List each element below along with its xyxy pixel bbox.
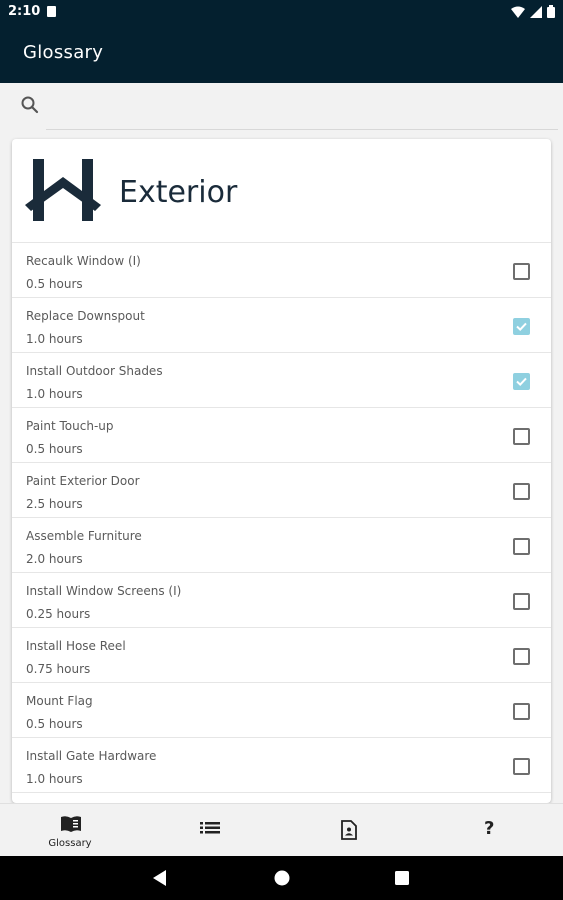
item-name: Paint Touch-up bbox=[26, 419, 114, 433]
item-name: Install Hose Reel bbox=[26, 639, 126, 653]
sd-card-icon bbox=[47, 6, 56, 17]
list-item[interactable]: Paint Touch-up 0.5 hours bbox=[12, 408, 551, 463]
page-title: Glossary bbox=[23, 42, 104, 63]
checkbox[interactable] bbox=[513, 703, 530, 720]
home-icon[interactable] bbox=[274, 870, 290, 886]
category-title: Exterior bbox=[119, 175, 238, 210]
checkbox[interactable] bbox=[513, 483, 530, 500]
bottom-nav: Glossary ? bbox=[0, 803, 563, 857]
status-time: 2:10 bbox=[8, 4, 41, 19]
list-item[interactable]: Install Window Screens (I) 0.25 hours bbox=[12, 573, 551, 628]
document-person-icon bbox=[341, 820, 357, 840]
task-list: Recaulk Window (I) 0.5 hours Replace Downs… bbox=[12, 243, 551, 803]
item-name: Install Gate Hardware bbox=[26, 749, 157, 763]
help-icon: ? bbox=[484, 818, 495, 839]
item-hours: 1.0 hours bbox=[26, 387, 83, 401]
checkmark-icon bbox=[516, 377, 527, 387]
checkbox-checked[interactable] bbox=[513, 318, 530, 335]
back-icon[interactable] bbox=[153, 870, 167, 886]
item-hours: 0.5 hours bbox=[26, 442, 83, 456]
checkmark-icon bbox=[516, 322, 527, 332]
item-name: Replace Downspout bbox=[26, 309, 145, 323]
tab-glossary-label: Glossary bbox=[48, 838, 92, 849]
checkbox[interactable] bbox=[513, 758, 530, 775]
category-card: Exterior Recaulk Window (I) 0.5 hours Repl… bbox=[12, 139, 551, 803]
wifi-icon bbox=[511, 6, 525, 18]
list-item[interactable]: Install Hose Reel 0.75 hours bbox=[12, 628, 551, 683]
checkbox[interactable] bbox=[513, 593, 530, 610]
system-nav-bar bbox=[0, 856, 563, 900]
checkbox[interactable] bbox=[513, 648, 530, 665]
checkbox-checked[interactable] bbox=[513, 373, 530, 390]
item-hours: 0.75 hours bbox=[26, 662, 91, 676]
status-icons bbox=[511, 5, 555, 18]
list-item[interactable]: Replace Downspout 1.0 hours bbox=[12, 298, 551, 353]
item-name: Mount Flag bbox=[26, 694, 93, 708]
checkbox[interactable] bbox=[513, 538, 530, 555]
list-item[interactable]: Repair Window Screen (I) bbox=[12, 793, 551, 803]
category-header: Exterior bbox=[12, 139, 551, 243]
item-hours: 1.0 hours bbox=[26, 772, 83, 786]
item-name: Recaulk Window (I) bbox=[26, 254, 141, 268]
checkbox[interactable] bbox=[513, 263, 530, 280]
list-item[interactable]: Install Outdoor Shades 1.0 hours bbox=[12, 353, 551, 408]
list-item[interactable]: Mount Flag 0.5 hours bbox=[12, 683, 551, 738]
tab-help[interactable]: ? bbox=[422, 804, 562, 857]
cell-signal-icon bbox=[530, 5, 542, 18]
item-name: Install Outdoor Shades bbox=[26, 364, 163, 378]
open-book-icon bbox=[61, 816, 81, 832]
item-hours: 0.5 hours bbox=[26, 277, 83, 291]
battery-icon bbox=[547, 5, 555, 18]
list-item[interactable]: Assemble Furniture 2.0 hours bbox=[12, 518, 551, 573]
item-hours: 0.5 hours bbox=[26, 717, 83, 731]
search-icon[interactable] bbox=[20, 95, 40, 115]
search-input[interactable] bbox=[46, 93, 558, 130]
item-hours: 2.0 hours bbox=[26, 552, 83, 566]
tab-glossary[interactable]: Glossary bbox=[0, 804, 140, 857]
app-bar: Glossary bbox=[0, 24, 563, 83]
recents-icon[interactable] bbox=[395, 871, 409, 885]
tab-list[interactable] bbox=[140, 804, 280, 857]
tab-document[interactable] bbox=[281, 804, 421, 857]
status-bar: 2:10 bbox=[0, 0, 563, 24]
house-h-logo-icon bbox=[25, 159, 101, 221]
item-hours: 2.5 hours bbox=[26, 497, 83, 511]
list-item[interactable]: Paint Exterior Door 2.5 hours bbox=[12, 463, 551, 518]
item-hours: 1.0 hours bbox=[26, 332, 83, 346]
search-bar bbox=[0, 83, 563, 130]
list-icon bbox=[200, 822, 220, 834]
item-name: Paint Exterior Door bbox=[26, 474, 140, 488]
item-name: Assemble Furniture bbox=[26, 529, 142, 543]
list-item[interactable]: Recaulk Window (I) 0.5 hours bbox=[12, 243, 551, 298]
list-item[interactable]: Install Gate Hardware 1.0 hours bbox=[12, 738, 551, 793]
item-name: Install Window Screens (I) bbox=[26, 584, 182, 598]
item-hours: 0.25 hours bbox=[26, 607, 91, 621]
checkbox[interactable] bbox=[513, 428, 530, 445]
